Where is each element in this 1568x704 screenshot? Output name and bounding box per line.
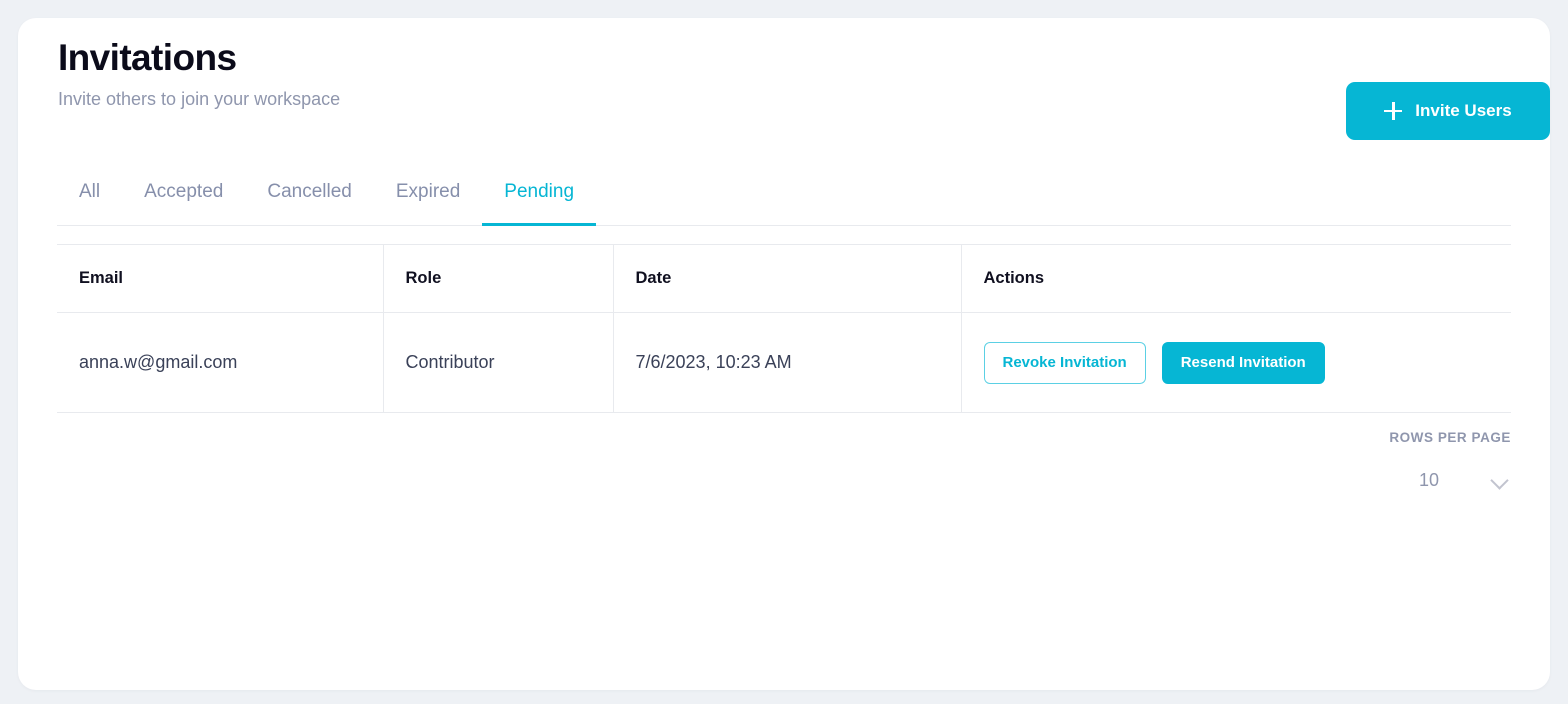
- invitations-table-wrapper: Email Role Date Actions anna.w@gmail.com…: [57, 244, 1511, 413]
- page-title: Invitations: [58, 37, 237, 78]
- table-header: Email Role Date Actions: [57, 244, 1511, 313]
- tab-expired[interactable]: Expired: [374, 158, 482, 225]
- rows-per-page-select[interactable]: 10: [1419, 469, 1511, 491]
- resend-invitation-button[interactable]: Resend Invitation: [1161, 341, 1325, 384]
- tab-pending[interactable]: Pending: [482, 158, 596, 226]
- tab-expired-label: Expired: [395, 180, 461, 202]
- column-header-role: Role: [383, 244, 614, 313]
- invitation-status-tabs: All Accepted Cancelled Expired Pending: [57, 158, 1511, 226]
- tab-accepted-label: Accepted: [144, 180, 224, 202]
- tab-pending-label: Pending: [504, 180, 575, 202]
- tab-cancelled[interactable]: Cancelled: [245, 158, 374, 225]
- page-subtitle: Invite others to join your workspace: [58, 89, 341, 109]
- tab-all[interactable]: All: [57, 158, 122, 225]
- tab-cancelled-label: Cancelled: [267, 180, 352, 202]
- pagination-controls: ROWS PER PAGE 10: [1191, 430, 1511, 491]
- table-header-row: Email Role Date Actions: [57, 244, 1511, 313]
- table-row: anna.w@gmail.com Contributor 7/6/2023, 1…: [57, 312, 1512, 413]
- table-body: anna.w@gmail.com Contributor 7/6/2023, 1…: [57, 312, 1512, 413]
- row-actions: Revoke Invitation Resend Invitation: [983, 341, 1512, 384]
- tab-all-label: All: [79, 180, 101, 202]
- column-header-actions: Actions: [961, 244, 1511, 313]
- cell-date: 7/6/2023, 10:23 AM: [613, 312, 962, 413]
- column-header-email: Email: [57, 244, 384, 313]
- cell-role: Contributor: [383, 312, 614, 413]
- page-header: Invitations Invite others to join your w…: [58, 36, 1510, 136]
- cell-actions: Revoke Invitation Resend Invitation: [961, 312, 1512, 413]
- invite-users-button[interactable]: Invite Users: [1346, 82, 1550, 140]
- page-background: Invitations Invite others to join your w…: [0, 0, 1568, 704]
- chevron-down-icon: [1489, 469, 1511, 491]
- rows-per-page-label: ROWS PER PAGE: [1389, 430, 1511, 445]
- invitations-table: Email Role Date Actions anna.w@gmail.com…: [57, 244, 1511, 413]
- rows-per-page-value: 10: [1418, 469, 1439, 490]
- revoke-invitation-button[interactable]: Revoke Invitation: [983, 341, 1146, 384]
- tab-accepted[interactable]: Accepted: [122, 158, 245, 225]
- invitations-card: Invitations Invite others to join your w…: [18, 18, 1550, 690]
- cell-email: anna.w@gmail.com: [57, 312, 384, 413]
- invite-users-label: Invite Users: [1415, 101, 1512, 120]
- plus-icon: [1384, 102, 1403, 120]
- column-header-date: Date: [613, 244, 962, 313]
